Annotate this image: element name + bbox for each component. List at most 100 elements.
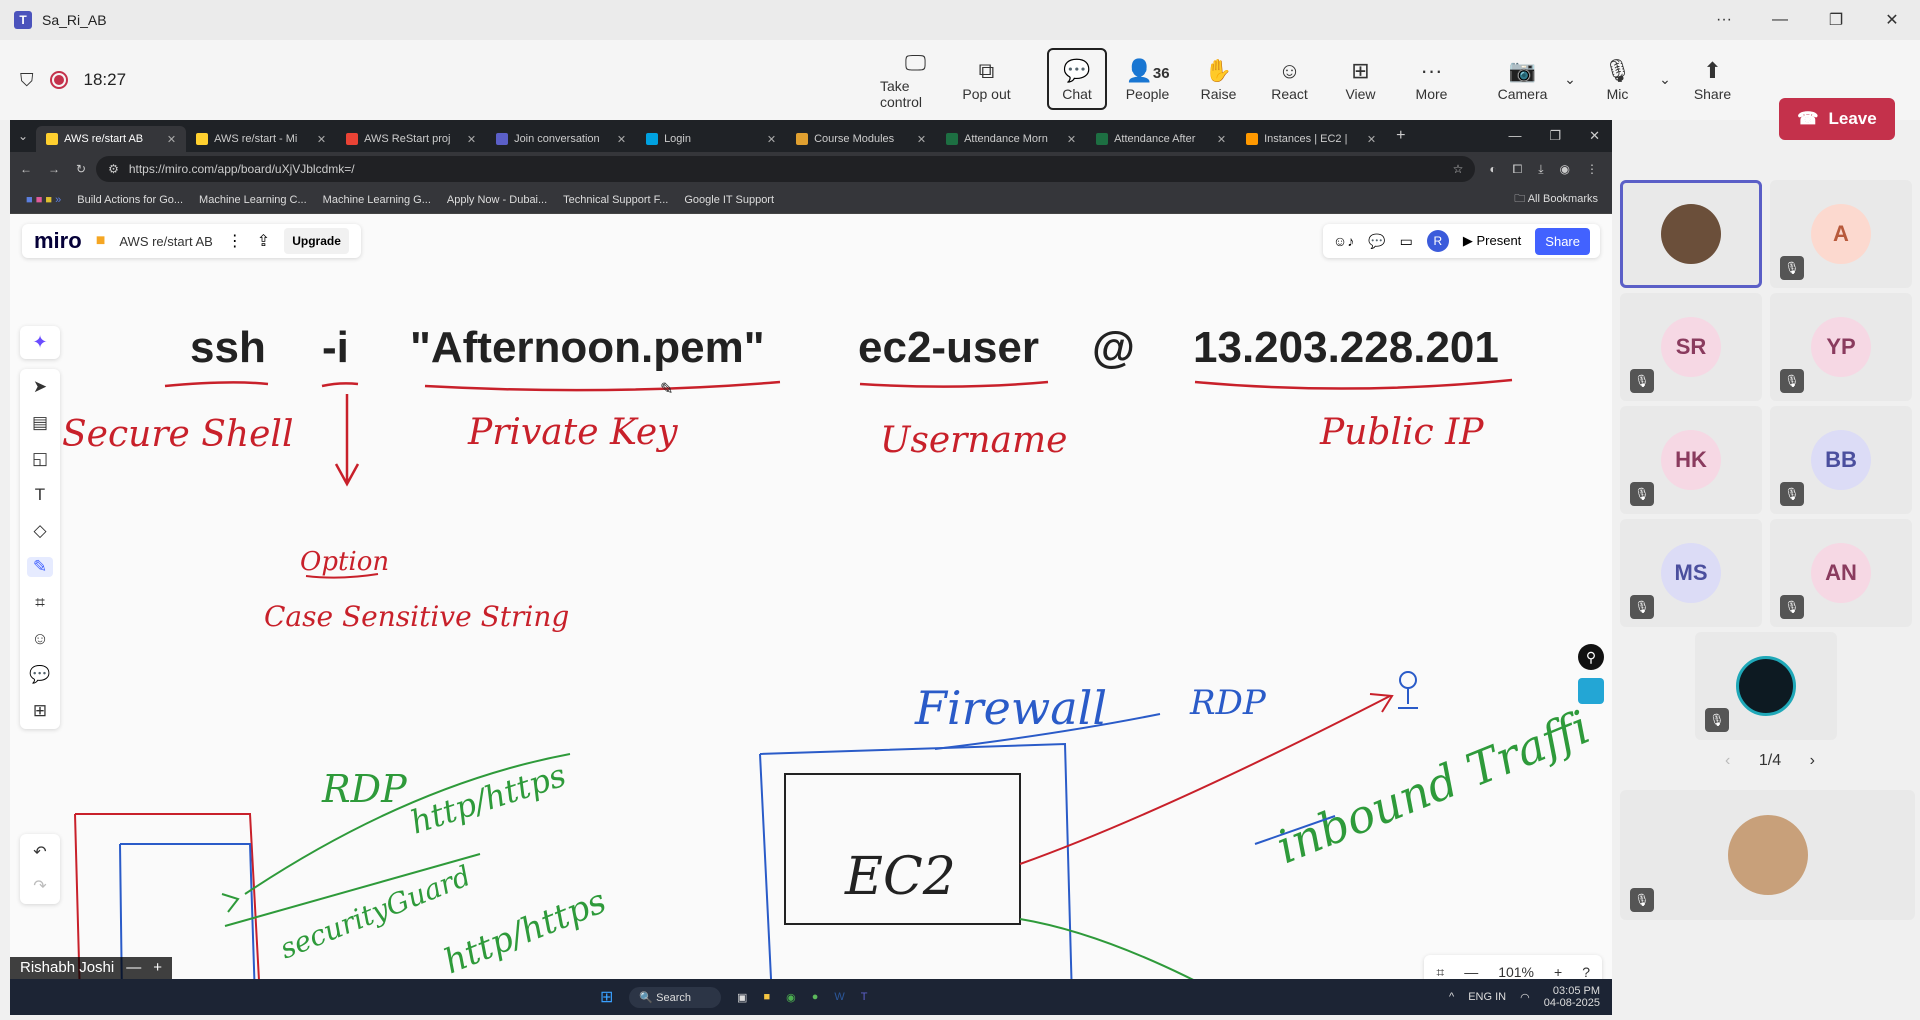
close-button[interactable]: ✕ bbox=[1864, 0, 1920, 40]
mic-button[interactable]: 🎙 Mic bbox=[1582, 48, 1653, 110]
shapes-icon[interactable]: ◇ bbox=[33, 521, 46, 541]
bookmark-item[interactable]: Technical Support F... bbox=[563, 194, 668, 206]
browser-tab[interactable]: Login ✕ bbox=[636, 126, 786, 152]
browser-minimize-button[interactable]: — bbox=[1508, 128, 1521, 144]
taskbar-app-icon[interactable]: ▣ bbox=[737, 991, 747, 1004]
upgrade-button[interactable]: Upgrade bbox=[284, 228, 349, 254]
tab-search-icon[interactable]: ⌄ bbox=[10, 129, 36, 143]
tab-close-icon[interactable]: ✕ bbox=[1217, 133, 1226, 146]
zoom-out-icon[interactable]: — bbox=[1464, 964, 1478, 980]
tab-close-icon[interactable]: ✕ bbox=[1367, 133, 1376, 146]
location-pin-icon[interactable]: ⚲ bbox=[1578, 644, 1604, 670]
leave-button[interactable]: ☎ Leave bbox=[1779, 98, 1895, 140]
browser-tab[interactable]: Instances | EC2 | ✕ bbox=[1236, 126, 1386, 152]
board-share-button[interactable]: Share bbox=[1535, 227, 1590, 255]
templates-icon[interactable]: ▤ bbox=[32, 413, 48, 433]
more-options-icon[interactable]: ··· bbox=[1696, 0, 1752, 40]
raise-hand-button[interactable]: ✋ Raise bbox=[1183, 48, 1254, 110]
view-button[interactable]: ⊞ View bbox=[1325, 48, 1396, 110]
download-icon[interactable]: ⤓ bbox=[1538, 162, 1543, 177]
sticky-note-icon[interactable]: ◱ bbox=[32, 449, 48, 469]
chrome-icon[interactable]: ◉ bbox=[786, 991, 796, 1004]
reactions-icon[interactable]: ☺♪ bbox=[1333, 233, 1354, 249]
browser-tab[interactable]: AWS ReStart proj ✕ bbox=[336, 126, 486, 152]
fit-screen-icon[interactable]: ⌗ bbox=[1436, 964, 1444, 981]
present-button[interactable]: ▶ Present bbox=[1463, 233, 1521, 249]
address-bar[interactable]: ⚙ https://miro.com/app/board/uXjVJblcdmk… bbox=[96, 156, 1476, 182]
all-bookmarks[interactable]: 🗀 All Bookmarks bbox=[1514, 190, 1612, 209]
share-button[interactable]: ⬆ Share bbox=[1677, 48, 1748, 110]
bookmark-folder-icon[interactable]: ■ ■ ■ » bbox=[26, 194, 61, 206]
take-control-button[interactable]: 🖵 Take control bbox=[880, 48, 951, 110]
camera-button[interactable]: 📷 Camera bbox=[1487, 48, 1558, 110]
participant-tile[interactable]: 🎙 bbox=[1695, 632, 1837, 740]
participant-tile[interactable] bbox=[1620, 180, 1762, 288]
text-tool-icon[interactable]: T bbox=[35, 485, 45, 505]
tab-close-icon[interactable]: ✕ bbox=[467, 133, 476, 146]
reload-icon[interactable]: ↻ bbox=[66, 162, 96, 176]
tab-close-icon[interactable]: ✕ bbox=[767, 133, 776, 146]
tab-close-icon[interactable]: ✕ bbox=[617, 133, 626, 146]
taskbar-clock[interactable]: 03:05 PM 04-08-2025 bbox=[1544, 985, 1600, 1009]
undo-icon[interactable]: ↶ bbox=[33, 842, 46, 862]
bookmark-item[interactable]: Build Actions for Go... bbox=[77, 194, 183, 206]
mic-options-chevron-icon[interactable]: ⌄ bbox=[1653, 48, 1677, 110]
pen-tool-icon[interactable]: ✎ bbox=[26, 557, 54, 577]
frame-tool-icon[interactable]: ⌗ bbox=[35, 593, 45, 613]
teams-icon[interactable]: T bbox=[861, 991, 868, 1003]
pop-out-button[interactable]: ⧉ Pop out bbox=[951, 48, 1022, 110]
file-explorer-icon[interactable]: ■ bbox=[763, 991, 770, 1003]
pager-next-icon[interactable]: › bbox=[1810, 752, 1815, 770]
browser-tab[interactable]: Course Modules ✕ bbox=[786, 126, 936, 152]
board-menu-icon[interactable]: ⋮ bbox=[227, 231, 243, 251]
add-more-icon[interactable]: ⊞ bbox=[33, 701, 47, 721]
help-icon[interactable]: ? bbox=[1582, 964, 1590, 980]
profile-icon[interactable]: ◉ bbox=[1560, 162, 1570, 177]
miro-board[interactable]: ssh -i "Afternoon.pem" ec2-user @ 13.203… bbox=[10, 214, 1612, 999]
wifi-icon[interactable]: ◠ bbox=[1520, 991, 1530, 1004]
stickers-icon[interactable]: ☺ bbox=[31, 629, 48, 649]
tab-close-icon[interactable]: ✕ bbox=[317, 133, 326, 146]
participant-tile[interactable]: A 🎙 bbox=[1770, 180, 1912, 288]
pager-prev-icon[interactable]: ‹ bbox=[1725, 752, 1730, 770]
participant-tile[interactable]: AN 🎙 bbox=[1770, 519, 1912, 627]
bookmark-star-icon[interactable]: ☆ bbox=[1453, 162, 1464, 176]
browser-close-button[interactable]: ✕ bbox=[1589, 128, 1600, 144]
tray-chevron-icon[interactable]: ^ bbox=[1449, 991, 1454, 1003]
redo-icon[interactable]: ↷ bbox=[33, 876, 46, 896]
ai-sparkle-icon[interactable]: ✦ bbox=[32, 332, 47, 353]
tab-close-icon[interactable]: ✕ bbox=[167, 133, 176, 146]
browser-tab[interactable]: Attendance Morn ✕ bbox=[936, 126, 1086, 152]
people-button[interactable]: 👤36 People bbox=[1112, 48, 1183, 110]
back-icon[interactable]: ← bbox=[10, 162, 42, 176]
taskbar-search[interactable]: 🔍 Search bbox=[629, 986, 722, 1008]
camera-options-chevron-icon[interactable]: ⌄ bbox=[1558, 48, 1582, 110]
participant-tile[interactable]: SR 🎙 bbox=[1620, 293, 1762, 401]
react-button[interactable]: ☺ React bbox=[1254, 48, 1325, 110]
bookmark-item[interactable]: Machine Learning C... bbox=[199, 194, 307, 206]
language-indicator[interactable]: ENG IN bbox=[1468, 991, 1506, 1003]
browser-tab[interactable]: Attendance After ✕ bbox=[1086, 126, 1236, 152]
tab-close-icon[interactable]: ✕ bbox=[917, 133, 926, 146]
minimize-button[interactable]: — bbox=[1752, 0, 1808, 40]
participant-tile[interactable]: MS 🎙 bbox=[1620, 519, 1762, 627]
bookmark-item[interactable]: Apply Now - Dubai... bbox=[447, 194, 547, 206]
windows-start-icon[interactable]: ⊞ bbox=[600, 987, 613, 1007]
whatsapp-icon[interactable]: ● bbox=[812, 991, 819, 1003]
app-widget-icon[interactable] bbox=[1578, 678, 1604, 704]
chat-button[interactable]: 💬 Chat bbox=[1047, 48, 1107, 110]
extension-icon[interactable]: ◐ bbox=[1489, 162, 1496, 177]
participant-tile[interactable]: YP 🎙 bbox=[1770, 293, 1912, 401]
extensions-puzzle-icon[interactable]: ⧠ bbox=[1513, 162, 1523, 177]
more-button[interactable]: ··· More bbox=[1396, 48, 1467, 110]
bookmark-item[interactable]: Google IT Support bbox=[684, 194, 774, 206]
board-name[interactable]: AWS re/start AB bbox=[119, 234, 212, 249]
bookmark-item[interactable]: Machine Learning G... bbox=[323, 194, 431, 206]
new-tab-icon[interactable]: + bbox=[1386, 127, 1415, 145]
word-icon[interactable]: W bbox=[834, 991, 844, 1003]
forward-icon[interactable]: → bbox=[42, 162, 66, 176]
export-icon[interactable]: ⇪ bbox=[257, 231, 270, 251]
participant-tile[interactable]: HK 🎙 bbox=[1620, 406, 1762, 514]
participant-tile[interactable]: BB 🎙 bbox=[1770, 406, 1912, 514]
browser-tab[interactable]: AWS re/start AB ✕ bbox=[36, 126, 187, 152]
